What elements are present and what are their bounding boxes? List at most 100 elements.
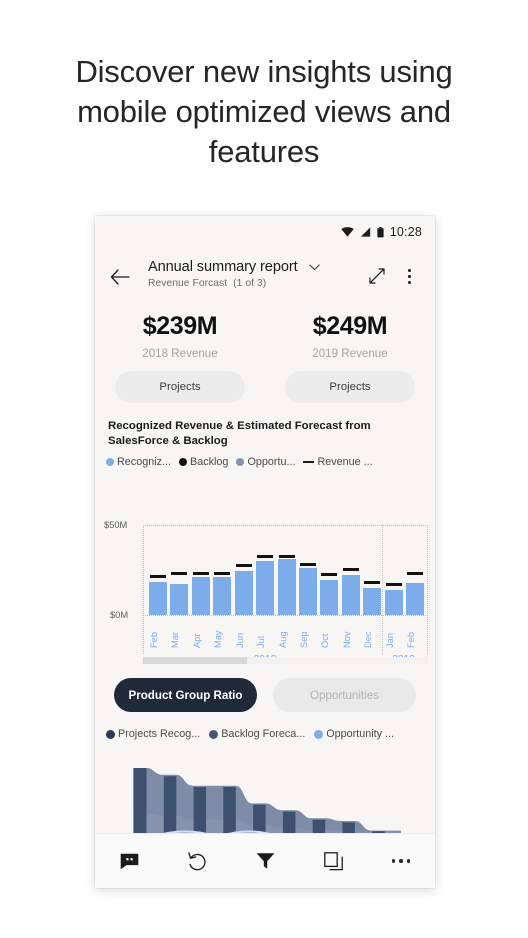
x-axis-label: Mar bbox=[170, 631, 181, 648]
bar bbox=[298, 568, 317, 615]
x-axis-label: Jan bbox=[384, 633, 395, 648]
chevron-down-icon[interactable] bbox=[309, 258, 320, 276]
forecast-marker bbox=[149, 575, 166, 579]
forecast-marker bbox=[342, 567, 359, 571]
forecast-marker bbox=[171, 571, 188, 575]
kpi-value: $249M bbox=[312, 312, 388, 340]
comment-icon[interactable] bbox=[95, 834, 163, 888]
scrollbar-thumb[interactable] bbox=[143, 657, 248, 664]
bar bbox=[406, 582, 425, 615]
bar bbox=[320, 579, 339, 615]
forecast-marker bbox=[214, 572, 231, 576]
legend-dot-icon bbox=[236, 458, 245, 466]
battery-icon bbox=[377, 226, 384, 238]
bar bbox=[384, 589, 403, 615]
y-axis-tick-min: $0M bbox=[110, 610, 129, 620]
legend-item-projects-recognized[interactable]: Projects Recog... bbox=[106, 728, 200, 740]
kebab-menu-icon[interactable] bbox=[408, 266, 412, 286]
kpi-label: 2018 Revenue bbox=[142, 347, 218, 360]
axis-divider-right bbox=[427, 525, 428, 654]
x-axis-label: Oct bbox=[320, 633, 331, 648]
filter-icon[interactable] bbox=[231, 834, 299, 888]
legend-item-opportunity2[interactable]: Opportunity ... bbox=[314, 728, 394, 740]
area-chart-bar[interactable] bbox=[163, 776, 177, 836]
area-chart-bar[interactable] bbox=[193, 787, 207, 836]
legend-item-opportunity[interactable]: Opportu... bbox=[236, 456, 295, 468]
bar bbox=[256, 561, 275, 615]
kpi-card-2018: $239M 2018 Revenue Projects bbox=[95, 312, 265, 403]
pages-icon[interactable] bbox=[299, 834, 367, 888]
report-subtitle: Revenue Forcast bbox=[148, 278, 228, 290]
bar-chart[interactable]: $50M $0M Feb Mar Apr May Jun Jul Aug Sep Oct Nov D… bbox=[95, 488, 435, 665]
legend-item-recognized[interactable]: Recogniz... bbox=[106, 456, 171, 468]
signal-icon bbox=[360, 227, 371, 237]
kpi-projects-button[interactable]: Projects bbox=[115, 371, 245, 403]
legend-label: Revenue ... bbox=[317, 456, 373, 468]
legend-label: Opportunity ... bbox=[326, 728, 395, 740]
status-time: 10:28 bbox=[389, 225, 422, 239]
legend-item-backlog[interactable]: Backlog bbox=[179, 456, 228, 468]
bar bbox=[213, 577, 232, 615]
promo-screenshot: Discover new insights using mobile optim… bbox=[0, 0, 528, 938]
expand-icon[interactable] bbox=[367, 266, 387, 286]
forecast-marker bbox=[257, 555, 274, 559]
area-chart-bar[interactable] bbox=[134, 768, 147, 836]
refresh-icon[interactable] bbox=[163, 834, 231, 888]
bar bbox=[234, 570, 253, 615]
x-axis-label: Jun bbox=[234, 633, 245, 648]
bar bbox=[191, 577, 210, 615]
more-icon[interactable] bbox=[367, 834, 435, 888]
x-axis-label: Dec bbox=[363, 631, 374, 648]
legend-label: Opportu... bbox=[247, 456, 296, 468]
x-axis-label: Feb bbox=[148, 631, 159, 648]
kpi-projects-button[interactable]: Projects bbox=[285, 371, 415, 403]
legend-dot-icon bbox=[106, 458, 114, 466]
forecast-marker bbox=[407, 572, 424, 576]
tab-opportunities[interactable]: Opportunities bbox=[273, 678, 416, 712]
legend-dash-icon bbox=[303, 460, 315, 464]
report-title-block[interactable]: Annual summary report Revenue Forcast (1 … bbox=[148, 258, 363, 289]
area-chart-bar[interactable] bbox=[223, 787, 236, 836]
legend-item-backlog-forecast[interactable]: Backlog Foreca... bbox=[209, 728, 305, 740]
bar bbox=[148, 581, 167, 615]
legend-dot-icon bbox=[314, 729, 324, 739]
tab-product-group-ratio[interactable]: Product Group Ratio bbox=[114, 678, 257, 712]
phone-mockup: 10:28 Annual summary report Revenue Forc… bbox=[95, 216, 435, 888]
area-chart-legend: Projects Recog... Backlog Foreca... Oppo… bbox=[106, 728, 431, 740]
bar bbox=[277, 559, 296, 615]
back-arrow-icon[interactable] bbox=[109, 266, 131, 288]
forecast-marker bbox=[192, 572, 209, 576]
kpi-row: $239M 2018 Revenue Projects $249M 2019 R… bbox=[95, 312, 435, 403]
forecast-marker bbox=[364, 581, 381, 585]
legend-dot-icon bbox=[209, 729, 219, 739]
bar bbox=[170, 583, 189, 615]
app-bar: Annual summary report Revenue Forcast (1 … bbox=[95, 252, 435, 304]
status-bar: 10:28 bbox=[95, 216, 435, 248]
forecast-marker bbox=[235, 564, 252, 568]
area-chart[interactable] bbox=[95, 756, 435, 842]
x-axis-label: Apr bbox=[191, 633, 202, 648]
x-axis-label: Aug bbox=[277, 631, 288, 648]
legend-dot-icon bbox=[179, 458, 188, 466]
kpi-card-2019: $249M 2019 Revenue Projects bbox=[265, 312, 435, 403]
forecast-marker bbox=[385, 583, 402, 587]
chart-legend: Recogniz... Backlog Opportu... Revenue .… bbox=[106, 456, 426, 468]
report-title: Annual summary report bbox=[148, 259, 298, 275]
x-axis-label: Nov bbox=[341, 631, 352, 648]
chart-title: Recognized Revenue & Estimated Forecast … bbox=[108, 420, 371, 447]
horizontal-scrollbar[interactable] bbox=[143, 657, 428, 664]
bar bbox=[363, 588, 382, 615]
tab-row: Product Group Ratio Opportunities bbox=[95, 678, 435, 712]
more-dots bbox=[392, 859, 410, 863]
kpi-label: 2019 Revenue bbox=[312, 347, 388, 360]
bar bbox=[341, 574, 360, 615]
forecast-marker bbox=[299, 563, 316, 567]
bar-plot-area bbox=[147, 525, 426, 615]
forecast-marker bbox=[278, 555, 295, 559]
area-chart-svg bbox=[133, 768, 401, 837]
x-axis-label: Sep bbox=[298, 631, 309, 648]
legend-item-revenue[interactable]: Revenue ... bbox=[303, 456, 373, 468]
x-axis-label: Feb bbox=[406, 631, 417, 648]
bottom-nav bbox=[95, 833, 435, 888]
wifi-icon bbox=[341, 227, 354, 237]
